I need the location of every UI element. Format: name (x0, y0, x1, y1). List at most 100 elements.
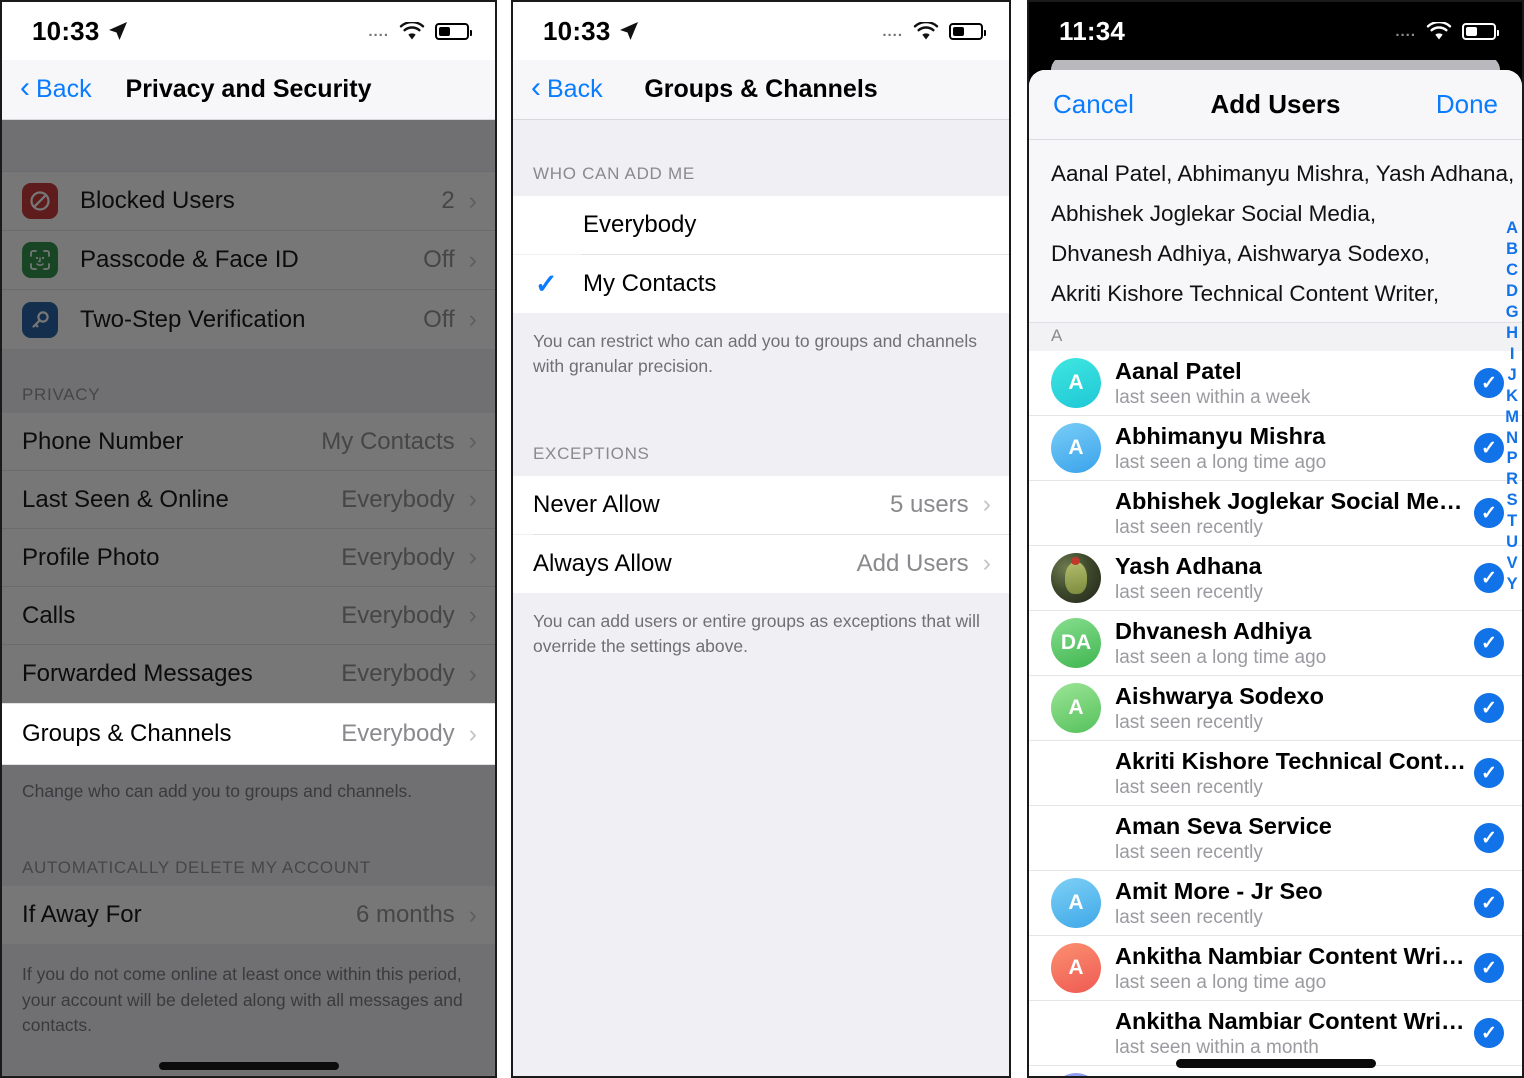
done-button[interactable]: Done (1436, 89, 1498, 120)
contact-name: Abhimanyu Mishra (1115, 422, 1326, 449)
chevron-right-icon: › (468, 485, 477, 513)
alpha-index-letter[interactable]: T (1507, 511, 1517, 532)
list-item[interactable]: Ankitha Nambiar Content Writer last seen… (1029, 1001, 1522, 1067)
block-icon (22, 183, 58, 219)
contact-status: last seen a long time ago (1115, 971, 1327, 993)
panel-groups-and-channels: 10:33 .... ‹ Back Groups & Channels WHO … (511, 0, 1011, 1078)
alpha-index-letter[interactable]: A (1506, 218, 1518, 239)
option-everybody[interactable]: Everybody (513, 196, 1009, 254)
row-always-allow[interactable]: Always Allow Add Users › (513, 534, 1009, 593)
row-data-settings[interactable]: Data Settings › (2, 1074, 495, 1076)
check-circle-icon[interactable]: ✓ (1474, 628, 1504, 659)
alpha-index-letter[interactable]: C (1506, 260, 1518, 281)
row-label: Blocked Users (80, 187, 235, 214)
sheet-nav-bar: Cancel Add Users Done (1029, 70, 1522, 140)
row-passcode-face-id[interactable]: Passcode & Face ID Off › (2, 231, 495, 290)
contact-text: Aman Seva Service last seen recently (1115, 813, 1466, 864)
battery-icon (949, 22, 986, 40)
check-circle-icon[interactable]: ✓ (1474, 953, 1504, 984)
list-item[interactable]: A Amit More - Jr Seo last seen recently … (1029, 871, 1522, 937)
alpha-index-letter[interactable]: D (1506, 281, 1518, 302)
check-circle-icon[interactable]: ✓ (1474, 823, 1504, 854)
alphabet-index[interactable]: A B C D G H I J K M N P R S T U V Y (1505, 218, 1519, 595)
alpha-index-letter[interactable]: H (1506, 323, 1518, 344)
list-item[interactable]: Aman Seva Service last seen recently ✓ (1029, 806, 1522, 872)
who-can-add-me-header: WHO CAN ADD ME (533, 164, 695, 183)
alpha-index-letter[interactable]: N (1506, 428, 1518, 449)
check-circle-icon[interactable]: ✓ (1474, 368, 1504, 399)
battery-icon (1462, 22, 1499, 40)
chevron-right-icon: › (468, 245, 477, 274)
option-label: My Contacts (583, 270, 717, 297)
list-item[interactable]: Yash Adhana last seen recently ✓ (1029, 546, 1522, 612)
row-label: Profile Photo (22, 543, 160, 571)
alpha-index-letter[interactable]: J (1508, 365, 1517, 386)
check-circle-icon[interactable]: ✓ (1474, 758, 1504, 789)
contact-name: Ankitha Nambiar Content Writer (1115, 1007, 1466, 1034)
list-item[interactable]: Akriti Kishore Technical Conten... last … (1029, 741, 1522, 807)
list-item[interactable]: A Ankitha Nambiar Content Writer last se… (1029, 936, 1522, 1002)
cancel-button[interactable]: Cancel (1053, 89, 1134, 120)
check-circle-icon[interactable]: ✓ (1474, 433, 1504, 464)
alpha-index-letter[interactable]: Y (1507, 574, 1518, 595)
alpha-index-letter[interactable]: P (1507, 448, 1518, 469)
list-item[interactable]: A Abhimanyu Mishra last seen a long time… (1029, 416, 1522, 482)
contact-name: Ankitha Nambiar Content Writer (1115, 942, 1466, 969)
avatar-initials: A (1068, 891, 1084, 915)
alpha-index-letter[interactable]: B (1506, 239, 1518, 260)
token-line: Aanal Patel, Abhimanyu Mishra, Yash Adha… (1051, 161, 1515, 186)
row-profile-photo[interactable]: Profile Photo Everybody › (2, 529, 495, 587)
row-forwarded-messages[interactable]: Forwarded Messages Everybody › (2, 645, 495, 703)
alpha-index-letter[interactable]: R (1506, 469, 1518, 490)
row-calls[interactable]: Calls Everybody › (2, 587, 495, 645)
contact-status: last seen recently (1115, 711, 1263, 733)
security-rows: Blocked Users 2 › Passcode & Face ID Off… (2, 172, 495, 349)
check-circle-icon[interactable]: ✓ (1474, 563, 1504, 594)
top-spacer (2, 120, 495, 172)
option-my-contacts[interactable]: ✓ My Contacts (513, 255, 1009, 313)
panel2-body: WHO CAN ADD ME Everybody ✓ My Contacts Y… (513, 120, 1009, 1076)
alpha-index-letter[interactable]: G (1506, 302, 1519, 323)
contact-name: Aman Seva Service (1115, 812, 1332, 839)
check-circle-icon[interactable]: ✓ (1474, 888, 1504, 919)
alpha-index-letter[interactable]: K (1506, 386, 1518, 407)
row-never-allow[interactable]: Never Allow 5 users › (513, 475, 1009, 534)
row-if-away-for[interactable]: If Away For 6 months › (2, 886, 495, 945)
contact-name: Dhvanesh Adhiya (1115, 617, 1312, 644)
row-label: Phone Number (22, 427, 184, 455)
alpha-index-letter[interactable]: I (1510, 344, 1515, 365)
contact-status: last seen within a week (1115, 386, 1311, 408)
exceptions-header: EXCEPTIONS (533, 443, 650, 463)
check-circle-icon[interactable]: ✓ (1474, 1018, 1504, 1049)
row-last-seen-online[interactable]: Last Seen & Online Everybody › (2, 471, 495, 529)
back-button-panel1[interactable]: ‹ Back (20, 73, 92, 104)
alpha-index-letter[interactable]: U (1506, 532, 1518, 553)
list-item[interactable]: Abhishek Joglekar Social Media last seen… (1029, 481, 1522, 547)
contact-name: Amit More - Jr Seo (1115, 877, 1323, 904)
row-two-step-verification[interactable]: Two-Step Verification Off › (2, 290, 495, 349)
status-time: 10:33 (543, 15, 611, 46)
back-label: Back (547, 75, 603, 103)
contact-status: last seen within a month (1115, 1036, 1319, 1058)
row-label: Always Allow (533, 549, 672, 577)
wifi-icon (1426, 21, 1452, 39)
selected-users-field[interactable]: Aanal Patel, Abhimanyu Mishra, Yash Adha… (1029, 140, 1522, 323)
back-button-panel2[interactable]: ‹ Back (531, 73, 603, 104)
list-item[interactable]: A Aanal Patel last seen within a week ✓ (1029, 351, 1522, 417)
row-value: Off (423, 305, 455, 333)
list-item[interactable]: DA Dhvanesh Adhiya last seen a long time… (1029, 611, 1522, 677)
alpha-index-letter[interactable]: S (1507, 490, 1518, 511)
check-circle-icon[interactable]: ✓ (1474, 498, 1504, 529)
key-icon (22, 301, 58, 338)
contact-text: Abhishek Joglekar Social Media last seen… (1115, 488, 1466, 539)
row-value: Off (423, 246, 455, 273)
alpha-index-letter[interactable]: V (1507, 553, 1518, 574)
row-phone-number[interactable]: Phone Number My Contacts › (2, 413, 495, 471)
check-circle-icon[interactable]: ✓ (1474, 693, 1504, 724)
list-item[interactable]: A Aishwarya Sodexo last seen recently ✓ (1029, 676, 1522, 742)
row-blocked-users[interactable]: Blocked Users 2 › (2, 172, 495, 231)
contact-text: Dhvanesh Adhiya last seen a long time ag… (1115, 618, 1466, 669)
alpha-index-letter[interactable]: M (1505, 407, 1519, 428)
row-groups-and-channels[interactable]: Groups & Channels Everybody › (2, 703, 495, 765)
avatar-initials: A (1068, 371, 1084, 395)
